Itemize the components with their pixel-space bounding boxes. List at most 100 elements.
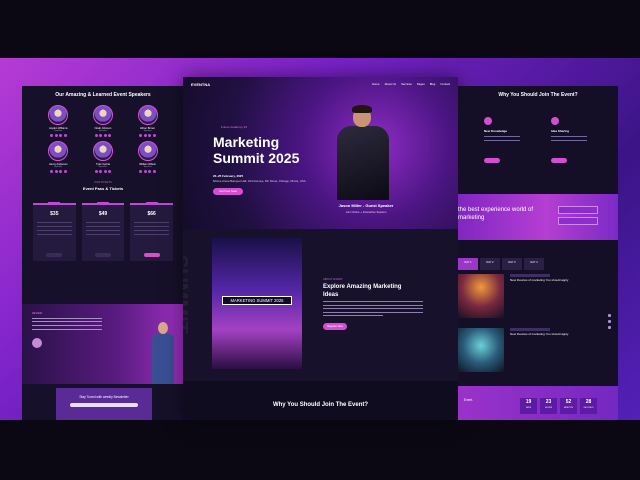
social-icon[interactable] [94,170,98,173]
countdown-seconds: 28 SECONDS [580,398,597,414]
twitter-icon[interactable] [608,320,611,323]
pricing-cards: $35 $49 $66 [22,202,184,261]
get-seat-button[interactable]: Get Free Seat [213,188,243,195]
nav-item-services[interactable]: Services [401,82,412,86]
social-icon[interactable] [63,134,67,137]
testimonial-person-image [150,322,176,384]
tab-day-1[interactable]: DAY 1 [458,258,478,270]
buy-button[interactable] [46,253,63,257]
social-icon[interactable] [94,134,98,137]
feature-list [37,222,72,235]
speaker-card[interactable]: Tyler Garcia Speaker [81,141,126,173]
social-icon[interactable] [152,134,156,137]
price-value: $49 [98,211,108,217]
social-icon[interactable] [50,134,54,137]
tickets-heading: Event Pass & Tickets [82,186,124,191]
social-icon[interactable] [152,170,156,173]
plan-badge [48,202,61,205]
nav-item-pages[interactable]: Pages [417,82,425,86]
tab-day-2[interactable]: DAY 2 [480,258,500,270]
social-icon[interactable] [99,134,103,137]
social-icons [50,134,67,137]
instagram-icon[interactable] [608,326,611,329]
event-meta [510,328,550,331]
speaker-role: Speaker [143,130,152,132]
read-more-button[interactable] [484,158,500,163]
plan-badge [145,202,158,205]
social-icon[interactable] [59,170,63,173]
social-icon[interactable] [99,170,103,173]
social-icon[interactable] [139,134,143,137]
lightbulb-icon [484,117,492,125]
speaker-card[interactable]: Ethan Brown Speaker [125,105,170,137]
nav-item-contact[interactable]: Contact [440,82,450,86]
site-logo[interactable]: EVENTNA [191,82,210,87]
feature-title: Idea Sharing [551,129,570,133]
speaker-card[interactable]: William Wilson Speaker [125,141,170,173]
guest-speaker-subtitle: Join Online + Interactive Session [345,210,387,214]
countdown-minutes: 52 MINUTES [560,398,577,414]
buy-button[interactable] [95,253,111,257]
hero-title: Marketing Summit 2025 [213,134,300,166]
about-ghost-text: SUMMIT [183,255,191,334]
avatar [48,105,69,125]
speaker-card[interactable]: Henry Anderson Speaker [36,141,81,173]
schedule-item[interactable]: New theories of marketing You should app… [458,328,598,372]
speaker-card[interactable]: Jayden Williams Speaker [36,105,81,137]
countdown-timer: 19 DAYS 23 HOURS 52 MINUTES 28 SECONDS [520,398,597,414]
testimonial-section: REVIEW [22,304,184,384]
avatar [137,141,158,161]
nav-item-about[interactable]: About Us [385,82,397,86]
price-card: $35 [33,202,76,261]
tab-day-3[interactable]: DAY 3 [502,258,522,270]
left-page-preview: Our Amazing & Learned Event Speakers Jay… [22,86,184,420]
social-icon[interactable] [143,170,147,173]
newsletter-email-input[interactable] [70,403,138,407]
buy-button[interactable] [143,253,160,257]
social-icon[interactable] [143,134,147,137]
banner-text: the best experience world of marketing [458,207,534,221]
social-icon[interactable] [148,134,152,137]
read-more-button[interactable] [551,158,567,163]
hero-section: EVENTNA Home About Us Services Pages Blo… [183,77,458,229]
speaker-role: Speaker [98,166,108,168]
avatar [92,141,113,161]
social-icon[interactable] [54,134,58,137]
social-icon[interactable] [103,170,107,173]
social-icons [139,170,156,173]
social-icon[interactable] [63,170,67,173]
hero-venue: Mitone Arena Banquet Hall, 23rd Avenue, … [213,179,306,183]
social-icon[interactable] [108,170,112,173]
social-icon[interactable] [103,134,107,137]
speakers-heading: Our Amazing & Learned Event Speakers [55,92,151,98]
social-icon[interactable] [54,170,58,173]
about-event-image: MARKETING SUMMIT 2025 [212,238,302,369]
nav-item-home[interactable]: Home [372,82,379,86]
facebook-icon[interactable] [608,314,611,317]
about-body-text [323,301,423,319]
social-icon[interactable] [148,170,152,173]
testimonial-tag: REVIEW [32,312,43,315]
social-icon[interactable] [50,170,54,173]
guest-speaker-name: Jason Miller - Guest Speaker [338,203,394,208]
social-icon[interactable] [59,134,63,137]
schedule-item[interactable]: New theories of marketing You should app… [458,274,598,318]
price-value: $66 [147,211,156,217]
nav-item-blog[interactable]: Blog [430,82,436,86]
register-button[interactable]: Register Now [323,323,347,330]
social-icons [50,170,67,173]
avatar [48,141,69,161]
speaker-card[interactable]: Noah Johnson Speaker [81,105,126,137]
tab-day-4[interactable]: DAY 4 [524,258,544,270]
event-sign: MARKETING SUMMIT 2025 [222,296,292,305]
speaker-role: Speaker [54,166,63,168]
newsletter-title: Stay Tuned with weekly Newsletter [79,395,129,399]
why-join-section: Why You Should Join The Event? [183,381,458,420]
why-join-heading: Why You Should Join The Event? [498,92,578,98]
schedule-tabs: DAY 1 DAY 2 DAY 3 DAY 4 [458,258,544,270]
experience-banner: the best experience world of marketing [458,194,618,240]
speaker-grid: Jayden Williams Speaker Noah Johnson Spe… [22,105,184,173]
center-page-preview: EVENTNA Home About Us Services Pages Blo… [183,77,458,420]
social-icon[interactable] [108,134,112,137]
social-icon[interactable] [139,170,143,173]
